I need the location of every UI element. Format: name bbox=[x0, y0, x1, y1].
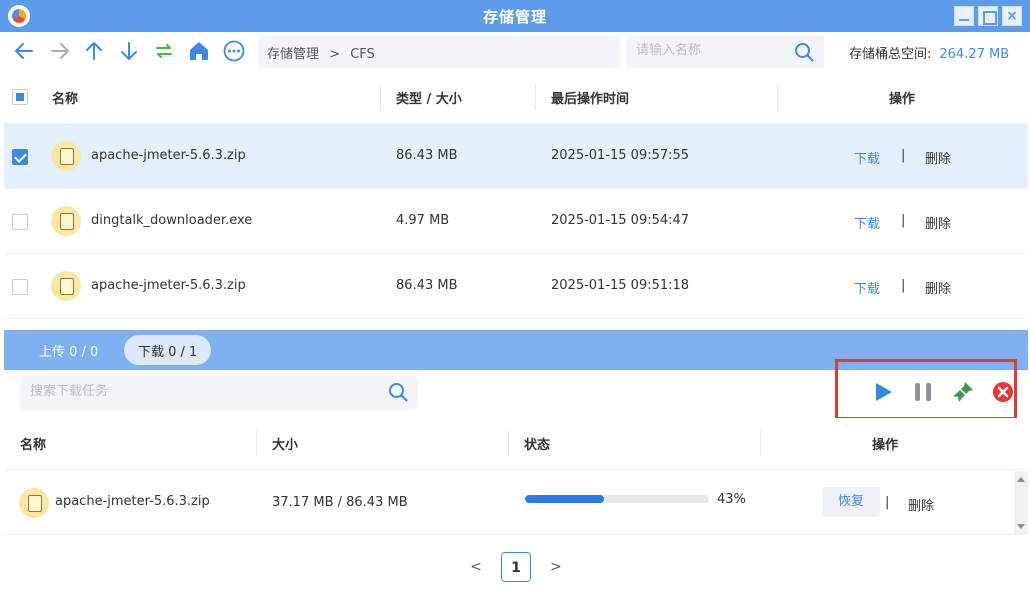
restore-button[interactable]: 恢复 bbox=[822, 487, 880, 517]
pause-icon[interactable] bbox=[911, 380, 935, 404]
file-icon bbox=[51, 141, 81, 171]
header-size: 大小 bbox=[272, 438, 299, 453]
storage-capacity: 存储桶总空间: 264.27 MB bbox=[849, 43, 1009, 62]
capacity-value: 264.27 MB bbox=[939, 47, 1010, 62]
current-page-button[interactable]: 1 bbox=[501, 552, 531, 582]
column-divider bbox=[508, 430, 509, 456]
scroll-up-arrow-icon[interactable] bbox=[1017, 477, 1025, 482]
column-divider bbox=[535, 84, 536, 110]
delete-task-link[interactable]: 删除 bbox=[908, 495, 934, 514]
header-last-modified: 最后操作时间 bbox=[551, 92, 630, 107]
file-name[interactable]: apache-jmeter-5.6.3.zip bbox=[91, 278, 246, 293]
action-separator: | bbox=[901, 278, 906, 293]
column-divider bbox=[380, 84, 381, 110]
delete-link[interactable]: 删除 bbox=[925, 148, 951, 167]
download-task-search-input[interactable] bbox=[30, 384, 370, 399]
prev-page-button[interactable]: < bbox=[461, 552, 491, 582]
file-name[interactable]: dingtalk_downloader.exe bbox=[91, 213, 252, 228]
file-search-box bbox=[626, 36, 824, 68]
vertical-scrollbar[interactable] bbox=[1014, 471, 1028, 535]
file-time: 2025-01-15 09:51:18 bbox=[551, 278, 690, 293]
header-actions: 操作 bbox=[872, 438, 899, 453]
file-time: 2025-01-15 09:57:55 bbox=[551, 148, 690, 163]
play-icon[interactable] bbox=[871, 380, 895, 404]
header-name: 名称 bbox=[52, 92, 79, 107]
row-checkbox[interactable] bbox=[12, 214, 28, 230]
task-file-name: apache-jmeter-5.6.3.zip bbox=[55, 494, 210, 509]
file-icon bbox=[51, 206, 81, 236]
row-checkbox[interactable] bbox=[12, 149, 28, 165]
download-progress-bar bbox=[525, 495, 709, 503]
file-icon bbox=[19, 488, 49, 518]
capacity-label: 存储桶总空间: bbox=[849, 47, 932, 62]
title-bar: 存储管理 × bbox=[0, 0, 1030, 32]
next-page-button[interactable]: > bbox=[541, 552, 571, 582]
tab-download[interactable]: 下载 0 / 1 bbox=[124, 335, 212, 365]
search-icon[interactable] bbox=[794, 42, 814, 66]
scroll-down-arrow-icon[interactable] bbox=[1017, 524, 1025, 529]
upload-arrow-icon[interactable] bbox=[82, 39, 106, 63]
close-window-button[interactable]: × bbox=[1002, 6, 1022, 26]
tab-upload[interactable]: 上传 0 / 0 bbox=[25, 335, 112, 365]
table-row[interactable]: apache-jmeter-5.6.3.zip 86.43 MB 2025-01… bbox=[4, 254, 1028, 319]
window-title: 存储管理 bbox=[482, 8, 547, 26]
back-arrow-icon[interactable] bbox=[12, 39, 36, 63]
file-size: 86.43 MB bbox=[396, 278, 458, 293]
download-link[interactable]: 下载 bbox=[854, 213, 880, 232]
column-divider bbox=[760, 430, 761, 456]
header-type-size: 类型 / 大小 bbox=[396, 92, 462, 107]
delete-link[interactable]: 删除 bbox=[925, 213, 951, 232]
row-checkbox[interactable] bbox=[12, 279, 28, 295]
header-status: 状态 bbox=[524, 438, 551, 453]
download-task-row[interactable]: apache-jmeter-5.6.3.zip 37.17 MB / 86.43… bbox=[4, 471, 1024, 535]
file-size: 86.43 MB bbox=[396, 148, 458, 163]
file-name[interactable]: apache-jmeter-5.6.3.zip bbox=[91, 148, 246, 163]
file-size: 4.97 MB bbox=[396, 213, 450, 228]
pagination: < 1 > bbox=[0, 550, 1030, 584]
maximize-button[interactable] bbox=[978, 6, 998, 26]
column-divider bbox=[256, 430, 257, 456]
file-time: 2025-01-15 09:54:47 bbox=[551, 213, 690, 228]
action-separator: | bbox=[901, 213, 906, 228]
breadcrumb-root[interactable]: 存储管理 bbox=[267, 47, 319, 62]
minimize-button[interactable] bbox=[954, 6, 974, 26]
download-table-header: 名称 大小 状态 操作 bbox=[4, 418, 1024, 470]
download-task-search-box bbox=[20, 376, 418, 410]
breadcrumb-separator: > bbox=[329, 47, 341, 62]
download-link[interactable]: 下载 bbox=[854, 148, 880, 167]
cancel-icon[interactable] bbox=[991, 380, 1015, 404]
breadcrumb-current[interactable]: CFS bbox=[350, 47, 375, 62]
more-icon[interactable] bbox=[222, 39, 246, 63]
delete-link[interactable]: 删除 bbox=[925, 278, 951, 297]
file-search-input[interactable] bbox=[636, 43, 786, 58]
clear-icon[interactable] bbox=[951, 380, 975, 404]
action-separator: | bbox=[901, 148, 906, 163]
file-icon bbox=[51, 271, 81, 301]
download-arrow-icon[interactable] bbox=[117, 39, 141, 63]
table-row[interactable]: dingtalk_downloader.exe 4.97 MB 2025-01-… bbox=[4, 189, 1028, 254]
select-all-checkbox[interactable] bbox=[12, 89, 28, 105]
action-separator: | bbox=[885, 495, 890, 510]
home-icon[interactable] bbox=[187, 39, 211, 63]
task-size: 37.17 MB / 86.43 MB bbox=[272, 495, 408, 510]
progress-fill bbox=[525, 495, 605, 503]
header-name: 名称 bbox=[20, 438, 47, 453]
search-icon[interactable] bbox=[388, 382, 408, 406]
breadcrumb: 存储管理 > CFS bbox=[258, 36, 620, 68]
column-divider bbox=[777, 84, 778, 110]
file-table-header: 名称 类型 / 大小 最后操作时间 操作 bbox=[4, 72, 1028, 124]
toolbar: 存储管理 > CFS 存储桶总空间: 264.27 MB bbox=[0, 32, 1030, 70]
table-row[interactable]: apache-jmeter-5.6.3.zip 86.43 MB 2025-01… bbox=[4, 124, 1028, 189]
refresh-icon[interactable] bbox=[152, 39, 176, 63]
download-link[interactable]: 下载 bbox=[854, 278, 880, 297]
forward-arrow-icon[interactable] bbox=[48, 39, 72, 63]
header-actions: 操作 bbox=[889, 92, 916, 107]
storage-manager-window: 存储管理 × 存储管理 > CFS 请输入名称 存储桶总空间: 264.27 M… bbox=[0, 0, 1030, 599]
progress-percent: 43% bbox=[717, 492, 746, 507]
